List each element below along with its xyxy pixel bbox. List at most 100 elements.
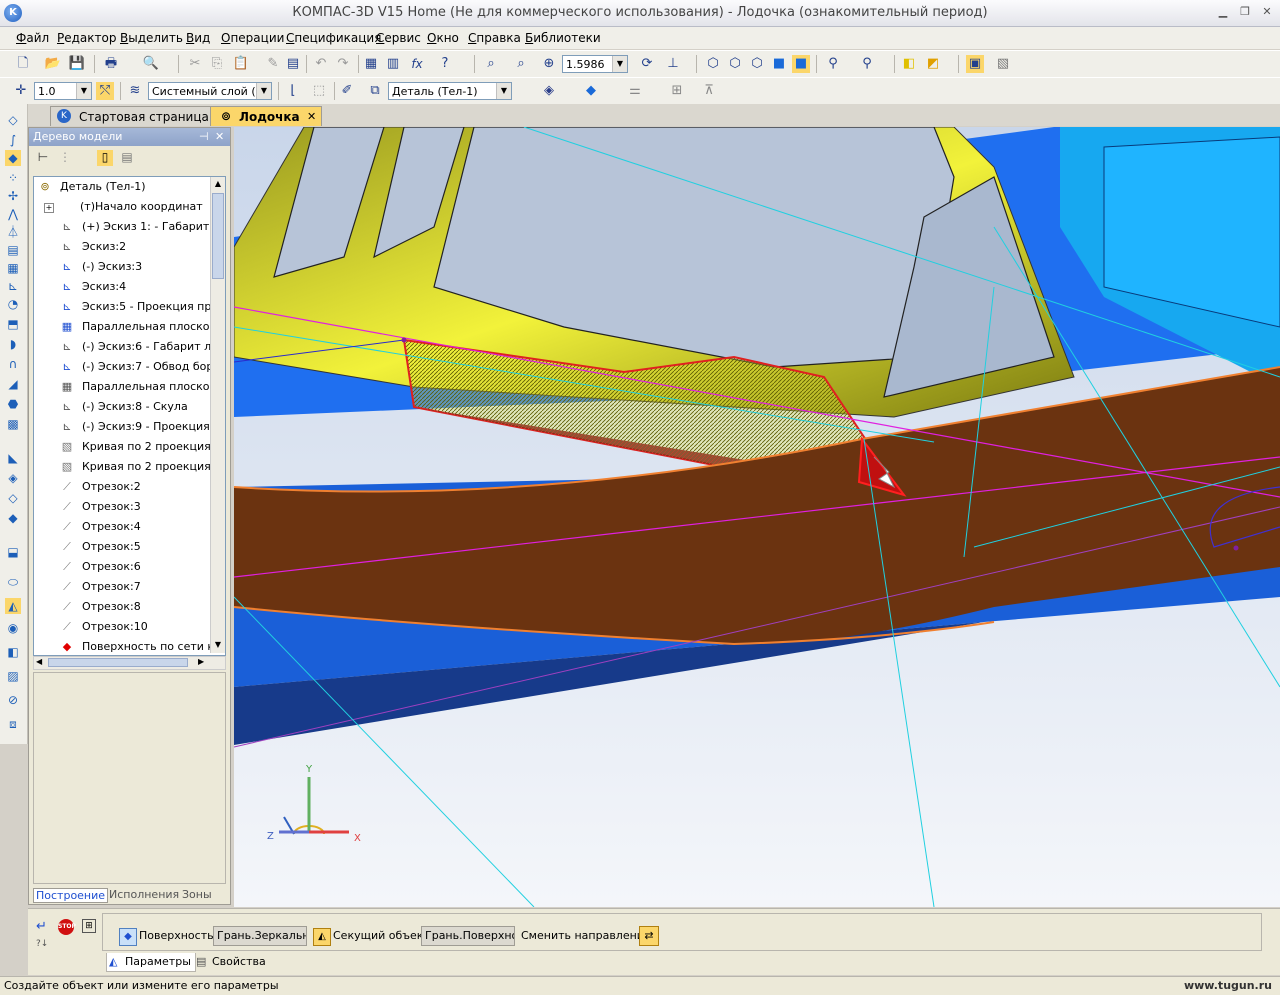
patch-surface-icon[interactable]: ⬣ (5, 396, 21, 412)
tree-item[interactable]: ⟋ Отрезок:2 (60, 477, 225, 497)
tree-item[interactable]: ⊾ (-) Эскиз:6 - Габарит ло (60, 337, 225, 357)
cut-object-value-field[interactable]: Грань.Поверхнос (421, 926, 515, 946)
copy-icon[interactable]: ⎘ (208, 55, 226, 73)
model-scene[interactable]: Y X Z (234, 127, 1280, 907)
sketch-mode-icon[interactable]: ⌊ (284, 82, 302, 100)
chevron-down-icon[interactable]: ▼ (496, 83, 511, 99)
variables-icon[interactable]: ▥ (384, 55, 402, 73)
layer-combo[interactable]: Системный слой (0) ▼ (148, 82, 272, 100)
tree-item[interactable]: ⟋ Отрезок:7 (60, 577, 225, 597)
ruled-surface-icon[interactable]: ◢ (5, 376, 21, 392)
tree-item[interactable]: ⟋ Отрезок:8 (60, 597, 225, 617)
point-surface-icon[interactable]: ◣ (5, 450, 21, 466)
scroll-thumb[interactable] (212, 193, 224, 279)
tree-item-part[interactable]: ⊚ Деталь (Тел-1) (38, 177, 212, 197)
zoom-in-icon[interactable]: ⊕ (540, 55, 558, 73)
paste-icon[interactable]: 📋 (232, 55, 250, 73)
section-icon[interactable]: ◩ (924, 55, 942, 73)
tree-item[interactable]: ⊾ Эскиз:5 - Проекция про, (60, 297, 225, 317)
filter-icon[interactable]: ⚲ (824, 55, 842, 73)
filter-tool-icon[interactable]: ⏃ (5, 224, 21, 240)
color-icon[interactable]: ◆ (582, 82, 600, 100)
snap-icon[interactable]: ✛ (12, 82, 30, 100)
tree-item[interactable]: ⊾ Эскиз:2 (60, 237, 225, 257)
tree-mode-icon[interactable]: ⋮ (57, 150, 73, 166)
scroll-up-icon[interactable]: ▲ (212, 178, 224, 190)
menu-operations[interactable]: Операции (221, 31, 284, 45)
measure-icon[interactable]: ⚌ (626, 82, 644, 100)
cube-icon[interactable]: ◧ (900, 55, 918, 73)
tree-item[interactable]: ▦ Параллельная плоскост (60, 377, 225, 397)
scroll-right-icon[interactable]: ▶ (198, 657, 204, 666)
menu-window[interactable]: Окно (427, 31, 459, 45)
tree-item[interactable]: ⊾ (-) Эскиз:3 (60, 257, 225, 277)
reports-tool-icon[interactable]: ▦ (5, 260, 21, 276)
tree-item[interactable]: ⟋ Отрезок:5 (60, 537, 225, 557)
grid-snap-icon[interactable]: ⤲ (96, 82, 114, 100)
tree-list-icon[interactable]: ▤ (119, 150, 135, 166)
scroll-h-thumb[interactable] (48, 658, 188, 667)
tree-item[interactable]: ⟋ Отрезок:4 (60, 517, 225, 537)
tree-structure-icon[interactable]: ▯ (97, 150, 113, 166)
panel-toggle-icon[interactable]: ▧ (994, 55, 1012, 73)
wireframe-icon[interactable]: ⬡ (704, 55, 722, 73)
zoom-fit-icon[interactable]: ⌕ (512, 55, 530, 73)
offset-surface-icon[interactable]: ⬓ (5, 544, 21, 560)
tree-item[interactable]: ▧ Кривая по 2 проекциям: (60, 437, 225, 457)
auto-create-icon[interactable]: ⊞ (82, 919, 96, 933)
extend-surface-icon[interactable]: ◆ (5, 510, 21, 526)
edit-icon[interactable]: ✐ (338, 82, 356, 100)
preview-icon[interactable]: 🔍 (142, 55, 160, 73)
object-icon[interactable]: ⧉ (366, 82, 384, 100)
scroll-down-icon[interactable]: ▼ (212, 639, 224, 651)
tree-item[interactable]: ⟋ Отрезок:6 (60, 557, 225, 577)
elements-tool-icon[interactable]: ⊾ (5, 278, 21, 294)
open-file-icon[interactable]: 📂 (44, 55, 62, 73)
save-icon[interactable]: 💾 (68, 55, 86, 73)
tree-item[interactable]: ⊾ Эскиз:4 (60, 277, 225, 297)
close-button[interactable]: ✕ (1260, 5, 1274, 19)
mesh-surface-icon[interactable]: ◈ (5, 470, 21, 486)
shaded-edges-icon[interactable]: ■ (792, 55, 810, 73)
rotate-icon[interactable]: ⟳ (638, 55, 656, 73)
aux-geometry-icon[interactable]: ✢ (5, 188, 21, 204)
menu-help[interactable]: Справка (468, 31, 521, 45)
menu-libraries[interactable]: Библиотеки (525, 31, 601, 45)
extrude-surface-icon[interactable]: ⬒ (5, 316, 21, 332)
manager-icon[interactable]: ▦ (362, 55, 380, 73)
tree-item[interactable]: ◆ Поверхность по сети кр (60, 637, 225, 655)
menu-edit[interactable]: Редактор (57, 31, 116, 45)
mcu-icon[interactable]: ⊼ (700, 82, 718, 100)
tab-properties[interactable]: ▤ Свойства (194, 953, 266, 971)
layer-icon[interactable]: ≋ (126, 82, 144, 100)
hidden-lines-icon[interactable]: ⬡ (726, 55, 744, 73)
tab-build[interactable]: Построение (33, 888, 109, 903)
point-marker[interactable] (401, 337, 407, 343)
help-icon[interactable]: ?↓ (36, 939, 48, 949)
ruled-tool-icon[interactable]: ◧ (5, 644, 21, 660)
cut-icon[interactable]: ✂ (186, 55, 204, 73)
tree-item[interactable]: ⊾ (-) Эскиз:8 - Скула (60, 397, 225, 417)
change-direction-button[interactable]: ⇄ (639, 926, 659, 946)
help-pointer-icon[interactable]: ? (436, 55, 454, 73)
zoom-combo[interactable]: 1.5986 ▼ (562, 55, 628, 73)
misc-tool-icon[interactable]: ⧈ (5, 716, 21, 732)
tree-horizontal-scrollbar[interactable]: ◀ ▶ (33, 656, 226, 670)
cut-surface-icon[interactable]: ◭ (5, 598, 21, 614)
maximize-button[interactable]: ❐ (1238, 5, 1252, 19)
object-combo[interactable]: Деталь (Тел-1) ▼ (388, 82, 512, 100)
close-tab-icon[interactable]: ✕ (307, 107, 316, 127)
rotate-surface-icon[interactable]: ◔ (5, 296, 21, 312)
tree-item[interactable]: + (т)Начало координат (44, 197, 218, 217)
new-file-icon[interactable]: 🗋 (14, 55, 32, 73)
tab-executions[interactable]: Исполнения (109, 888, 179, 901)
chevron-down-icon[interactable]: ▼ (256, 83, 271, 99)
tree-item[interactable]: ▦ Параллельная плоскост (60, 317, 225, 337)
trim-surface-icon[interactable]: ◇ (5, 490, 21, 506)
point-marker[interactable] (1233, 545, 1239, 551)
redo-icon[interactable]: ↷ (334, 55, 352, 73)
measure-tool-icon[interactable]: ⋀ (5, 206, 21, 222)
tree-item[interactable]: ▧ Кривая по 2 проекциям: (60, 457, 225, 477)
menu-specification[interactable]: Спецификация (286, 31, 381, 45)
hidden-thin-icon[interactable]: ⬡ (748, 55, 766, 73)
